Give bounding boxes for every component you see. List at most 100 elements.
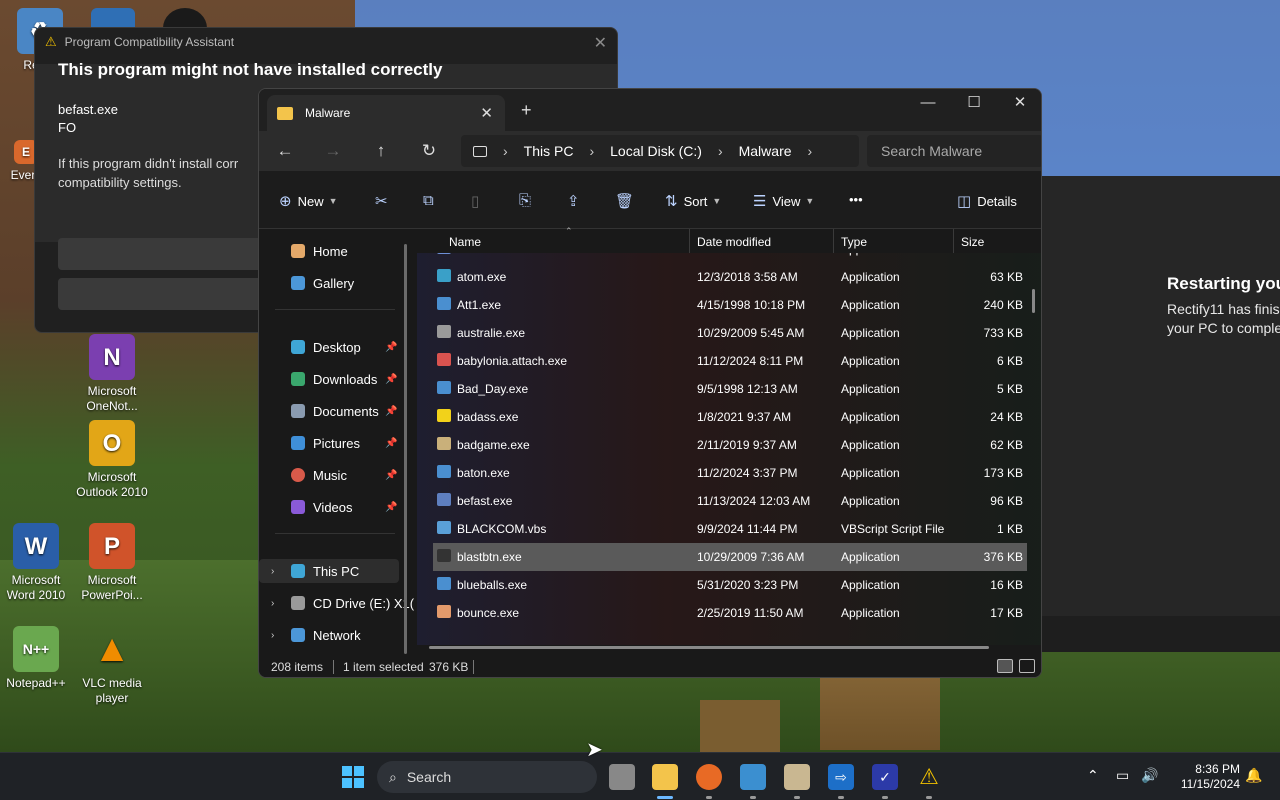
chevron-right-icon[interactable]: › xyxy=(271,566,274,577)
nav-item-cd-drive[interactable]: › CD Drive (E:) X1( xyxy=(271,591,414,615)
pin-icon[interactable]: 📌 xyxy=(385,470,397,481)
cut-button[interactable]: ✂ xyxy=(375,192,394,210)
table-row[interactable]: Bad_Day.exe 9/5/1998 12:13 AM Application 5… xyxy=(433,375,1027,403)
pin-icon[interactable]: 📌 xyxy=(385,374,397,385)
table-row[interactable]: ASD.EXE 12/3/2018 11:43 AM Application 60 K… xyxy=(433,253,1027,263)
new-tab-icon[interactable]: + xyxy=(521,100,532,121)
remote-app-icon[interactable]: ⇨ xyxy=(828,764,854,790)
table-row[interactable]: befast.exe 11/13/2024 12:03 AM Application… xyxy=(433,487,1027,515)
volume-icon[interactable]: 🔊 xyxy=(1141,767,1158,784)
tiles-view-icon[interactable] xyxy=(1019,659,1035,673)
new-button[interactable]: ⊕ New ▼ xyxy=(279,192,338,210)
details-view-icon[interactable] xyxy=(997,659,1013,673)
column-type[interactable]: Type xyxy=(841,235,867,249)
desktop-icon-powerpoint[interactable]: P Microsoft PowerPoi... xyxy=(72,523,152,603)
nav-pane-scrollbar[interactable] xyxy=(404,244,407,654)
column-name[interactable]: Name xyxy=(449,235,481,249)
close-tab-icon[interactable]: ✕ xyxy=(480,104,493,122)
nav-item-home[interactable]: Home xyxy=(291,239,348,263)
breadcrumb-malware[interactable]: Malware xyxy=(739,143,792,159)
chevron-right-icon[interactable]: › xyxy=(271,598,274,609)
scissors-icon: ✂ xyxy=(375,193,388,210)
file-explorer-taskbar-icon[interactable] xyxy=(652,764,678,790)
breadcrumb-local-disk[interactable]: Local Disk (C:) xyxy=(610,143,702,159)
close-icon[interactable]: ✕ xyxy=(594,33,607,53)
column-date-modified[interactable]: Date modified xyxy=(697,235,771,249)
table-row[interactable]: babylonia.attach.exe 11/12/2024 8:11 PM Ap… xyxy=(433,347,1027,375)
view-button[interactable]: ☰ View ▼ xyxy=(753,192,814,210)
table-row[interactable]: badass.exe 1/8/2021 9:37 AM Application 24 … xyxy=(433,403,1027,431)
desktop-icon-word[interactable]: W Microsoft Word 2010 xyxy=(0,523,76,603)
share-button[interactable]: ⇪ xyxy=(567,192,586,210)
rename-button[interactable]: ⎘ xyxy=(519,192,537,209)
table-row[interactable]: blueballs.exe 5/31/2020 3:23 PM Applicatio… xyxy=(433,571,1027,599)
nav-item-documents[interactable]: Documents 📌 xyxy=(291,399,397,423)
task-view-icon[interactable] xyxy=(609,764,635,790)
up-arrow-icon[interactable]: ↑ xyxy=(369,141,393,161)
horizontal-scrollbar[interactable] xyxy=(429,646,989,649)
minimize-icon[interactable]: — xyxy=(905,93,951,113)
breadcrumb-this-pc[interactable]: This PC xyxy=(524,143,574,159)
taskbar-clock[interactable]: 8:36 PM 11/15/2024 xyxy=(1168,762,1240,792)
details-pane-button[interactable]: ◫ Details xyxy=(957,192,1017,210)
running-indicator xyxy=(926,796,932,799)
nav-item-desktop[interactable]: Desktop 📌 xyxy=(291,335,397,359)
desktop-icon-notepadpp[interactable]: N++ Notepad++ xyxy=(0,626,76,691)
nav-item-pictures[interactable]: Pictures 📌 xyxy=(291,431,397,455)
column-divider[interactable] xyxy=(833,229,834,253)
pin-icon[interactable]: 📌 xyxy=(385,406,397,417)
nav-item-videos[interactable]: Videos 📌 xyxy=(291,495,397,519)
table-row[interactable]: BLACKCOM.vbs 9/9/2024 11:44 PM VBScript Sc… xyxy=(433,515,1027,543)
sort-button[interactable]: ⇅ Sort ▼ xyxy=(665,192,721,210)
nav-item-gallery[interactable]: Gallery xyxy=(291,271,354,295)
table-row[interactable]: blastbtn.exe 10/29/2009 7:36 AM Applicatio… xyxy=(433,543,1027,571)
notification-bell-icon[interactable]: 🔔 xyxy=(1245,767,1262,784)
archive-app-icon[interactable] xyxy=(784,764,810,790)
search-input[interactable]: Search Malware xyxy=(867,135,1041,167)
column-divider[interactable] xyxy=(953,229,954,253)
delete-button[interactable]: 🗑 xyxy=(615,192,640,210)
pin-icon[interactable]: 📌 xyxy=(385,502,397,513)
nav-label: Home xyxy=(313,243,348,259)
forward-arrow-icon[interactable]: → xyxy=(321,141,345,161)
nav-item-network[interactable]: › Network xyxy=(271,623,361,647)
photos-app-icon[interactable] xyxy=(740,764,766,790)
back-arrow-icon[interactable]: ← xyxy=(273,141,297,161)
copy-button[interactable]: ⧉ xyxy=(423,192,440,209)
more-options-button[interactable]: ••• xyxy=(849,192,863,207)
table-row[interactable]: bounce.exe 2/25/2019 11:50 AM Application 1… xyxy=(433,599,1027,627)
table-row[interactable]: badgame.exe 2/11/2019 9:37 AM Application 6… xyxy=(433,431,1027,459)
pin-icon[interactable]: 📌 xyxy=(385,438,397,449)
table-row[interactable]: Att1.exe 4/15/1998 10:18 PM Application 240… xyxy=(433,291,1027,319)
desktop-icon-onenote[interactable]: N Microsoft OneNot... xyxy=(72,334,152,414)
close-window-icon[interactable]: ✕ xyxy=(997,93,1041,113)
desktop-icon-outlook[interactable]: O Microsoft Outlook 2010 xyxy=(72,420,152,500)
table-row[interactable]: australie.exe 10/29/2009 5:45 AM Applicati… xyxy=(433,319,1027,347)
refresh-icon[interactable]: ↻ xyxy=(417,141,441,161)
computer-icon xyxy=(291,564,305,578)
table-row[interactable]: atom.exe 12/3/2018 3:58 AM Application 63 K… xyxy=(433,263,1027,291)
warning-taskbar-icon[interactable]: ⚠ xyxy=(916,764,942,790)
maximize-icon[interactable]: ☐ xyxy=(951,93,997,113)
pin-icon[interactable]: 📌 xyxy=(385,342,397,353)
column-size[interactable]: Size xyxy=(961,235,984,249)
nav-item-downloads[interactable]: Downloads 📌 xyxy=(291,367,397,391)
table-row[interactable]: baton.exe 11/2/2024 3:37 PM Application 173… xyxy=(433,459,1027,487)
file-size: 6 KB xyxy=(996,354,1023,368)
firefox-icon[interactable] xyxy=(696,764,722,790)
rectify-app-icon[interactable]: ✓ xyxy=(872,764,898,790)
paste-button[interactable]: ▯ xyxy=(471,192,485,210)
start-windows-icon[interactable] xyxy=(340,764,366,790)
chevron-right-icon[interactable]: › xyxy=(271,630,274,641)
nav-item-music[interactable]: Music 📌 xyxy=(291,463,397,487)
taskbar-search[interactable]: ⌕ Search xyxy=(377,761,597,793)
column-divider[interactable] xyxy=(689,229,690,253)
network-tray-icon[interactable]: ▭ xyxy=(1116,767,1129,784)
file-list-scrollbar[interactable] xyxy=(1032,289,1035,313)
desktop-icon-vlc[interactable]: ▲ VLC media player xyxy=(72,626,152,706)
search-icon: ⌕ xyxy=(389,768,397,785)
tab-malware[interactable]: Malware ✕ xyxy=(267,95,505,131)
address-bar[interactable]: › This PC › Local Disk (C:) › Malware › xyxy=(461,135,859,167)
show-hidden-icons-chevron-icon[interactable]: ⌃ xyxy=(1087,767,1099,784)
nav-item-this-pc[interactable]: › This PC xyxy=(259,559,399,583)
